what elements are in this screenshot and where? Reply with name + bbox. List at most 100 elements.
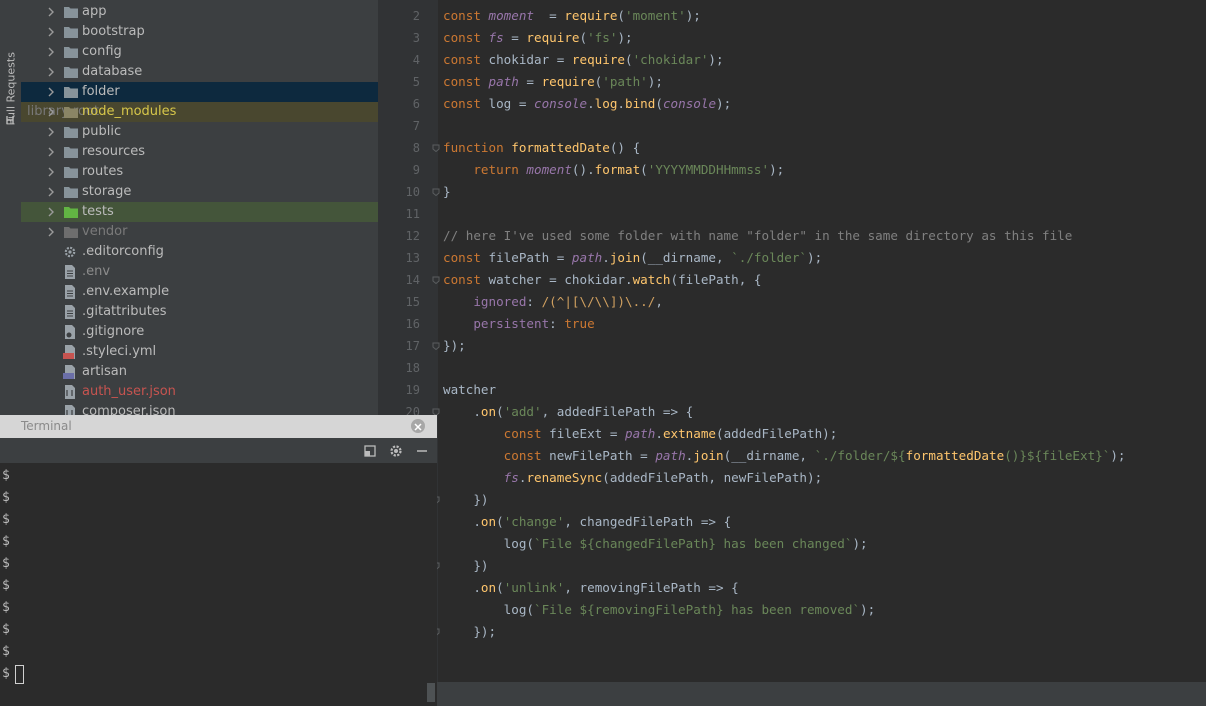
fold-marker-icon[interactable] bbox=[432, 342, 440, 350]
terminal-scrollbar[interactable] bbox=[427, 683, 435, 702]
code-line[interactable]: }) bbox=[443, 489, 488, 511]
fold-marker-icon[interactable] bbox=[432, 188, 440, 196]
code-token: . bbox=[602, 250, 610, 265]
tree-folder-node-modules[interactable]: node_modules library root bbox=[21, 102, 378, 122]
code-token: , removingFilePath => { bbox=[564, 580, 739, 595]
tree-folder-database[interactable]: database bbox=[21, 62, 378, 82]
tree-file-composer-json[interactable]: composer.json bbox=[21, 402, 378, 415]
code-line[interactable]: ignored: /(^|[\/\\])\../, bbox=[443, 291, 663, 313]
chevron-right-icon[interactable] bbox=[46, 2, 56, 22]
code-line[interactable]: // here I've used some folder with name … bbox=[443, 225, 1072, 247]
code-line[interactable]: const newFilePath = path.join(__dirname,… bbox=[443, 445, 1126, 467]
code-line[interactable]: }) bbox=[443, 555, 488, 577]
code-line[interactable]: const filePath = path.join(__dirname, `.… bbox=[443, 247, 822, 269]
chevron-right-icon[interactable] bbox=[46, 202, 56, 222]
folder-icon bbox=[64, 227, 78, 238]
code-line[interactable]: const path = require('path'); bbox=[443, 71, 663, 93]
code-token: ); bbox=[647, 74, 663, 89]
chevron-right-icon[interactable] bbox=[46, 162, 56, 182]
code-line[interactable]: const moment = require('moment'); bbox=[443, 5, 701, 27]
code-token: path bbox=[655, 448, 686, 463]
code-line[interactable]: return moment().format('YYYYMMDDHHmmss')… bbox=[443, 159, 784, 181]
project-tree[interactable]: app bootstrap config database folder node_mod… bbox=[21, 0, 378, 415]
code-token: const bbox=[503, 426, 550, 441]
chevron-right-icon[interactable] bbox=[46, 102, 56, 122]
json-file-icon bbox=[65, 405, 75, 415]
code-token: (addedFilePath, newFilePath); bbox=[602, 470, 823, 485]
code-line[interactable]: .on('unlink', removingFilePath => { bbox=[443, 577, 739, 599]
code-line[interactable]: const chokidar = require('chokidar'); bbox=[443, 49, 724, 71]
minimize-icon[interactable] bbox=[414, 443, 430, 459]
code-token: formattedDate bbox=[905, 448, 1005, 463]
chevron-right-icon[interactable] bbox=[46, 22, 56, 42]
code-line[interactable]: fs.renameSync(addedFilePath, newFilePath… bbox=[443, 467, 822, 489]
tree-folder-bootstrap[interactable]: bootstrap bbox=[21, 22, 378, 42]
code-token: log( bbox=[443, 536, 534, 551]
code-line[interactable]: function formattedDate() { bbox=[443, 137, 640, 159]
code-token: filePath = bbox=[488, 250, 572, 265]
code-token: const bbox=[443, 74, 489, 89]
fold-marker-icon[interactable] bbox=[432, 144, 440, 152]
line-number: 15 bbox=[405, 295, 420, 309]
chevron-right-icon[interactable] bbox=[46, 62, 56, 82]
tree-folder-public[interactable]: public bbox=[21, 122, 378, 142]
pull-requests-tab[interactable]: Pull Requests bbox=[2, 38, 18, 128]
tree-folder-tests[interactable]: tests bbox=[21, 202, 378, 222]
code-token: return bbox=[473, 162, 527, 177]
chevron-right-icon[interactable] bbox=[46, 82, 56, 102]
code-line[interactable]: const watcher = chokidar.watch(filePath,… bbox=[443, 269, 761, 291]
gear-icon[interactable] bbox=[388, 443, 404, 459]
code-token: ()}${fileExt}` bbox=[1004, 448, 1111, 463]
code-line[interactable]: }); bbox=[443, 621, 496, 643]
code-line[interactable]: log(`File ${removingFilePath} has been r… bbox=[443, 599, 876, 621]
tree-folder-vendor[interactable]: vendor bbox=[21, 222, 378, 242]
close-icon[interactable] bbox=[411, 419, 425, 433]
tree-file-auth-user-json[interactable]: auth_user.json bbox=[21, 382, 378, 402]
tree-folder-routes[interactable]: routes bbox=[21, 162, 378, 182]
chevron-right-icon[interactable] bbox=[46, 42, 56, 62]
tree-folder-storage[interactable]: storage bbox=[21, 182, 378, 202]
folder-icon bbox=[64, 207, 78, 218]
code-line[interactable]: const fileExt = path.extname(addedFilePa… bbox=[443, 423, 838, 445]
code-token: const bbox=[443, 30, 489, 45]
fold-marker-icon[interactable] bbox=[432, 276, 440, 284]
chevron-right-icon[interactable] bbox=[46, 122, 56, 142]
restore-layout-icon[interactable] bbox=[362, 443, 378, 459]
code-line[interactable]: }); bbox=[443, 335, 466, 357]
terminal-title: Terminal bbox=[21, 419, 72, 433]
chevron-right-icon[interactable] bbox=[46, 182, 56, 202]
tree-folder-folder[interactable]: folder bbox=[21, 82, 378, 102]
folder-icon bbox=[64, 107, 78, 118]
code-line[interactable]: .on('change', changedFilePath => { bbox=[443, 511, 731, 533]
tree-file-env-example[interactable]: .env.example bbox=[21, 282, 378, 302]
terminal-panel[interactable]: Terminal $ $ $ $ $ $ $ $ $ $ bbox=[0, 415, 437, 706]
tree-folder-config[interactable]: config bbox=[21, 42, 378, 62]
left-tool-strip: Pull Requests bbox=[0, 0, 22, 415]
code-line[interactable]: .on('add', addedFilePath => { bbox=[443, 401, 693, 423]
code-token: (filePath, { bbox=[670, 272, 762, 287]
code-line[interactable]: const fs = require('fs'); bbox=[443, 27, 633, 49]
tree-file-env[interactable]: .env bbox=[21, 262, 378, 282]
code-line[interactable]: persistent: true bbox=[443, 313, 594, 335]
code-line[interactable]: } bbox=[443, 181, 451, 203]
chevron-right-icon[interactable] bbox=[46, 142, 56, 162]
chevron-right-icon[interactable] bbox=[46, 222, 56, 242]
tree-file-gitignore[interactable]: .gitignore bbox=[21, 322, 378, 342]
terminal-prompt: $ bbox=[2, 468, 10, 483]
code-line[interactable]: const log = console.log.bind(console); bbox=[443, 93, 731, 115]
tree-item-label: resources bbox=[82, 144, 146, 159]
code-line[interactable]: log(`File ${changedFilePath} has been ch… bbox=[443, 533, 868, 555]
tree-file-gitattributes[interactable]: .gitattributes bbox=[21, 302, 378, 322]
tree-file-editorconfig[interactable]: .editorconfig bbox=[21, 242, 378, 262]
code-token: extname bbox=[662, 426, 717, 441]
tree-file-styleci-yml[interactable]: .styleci.yml bbox=[21, 342, 378, 362]
terminal-prompt: $ bbox=[2, 622, 10, 637]
code-token: 'add' bbox=[503, 404, 542, 419]
code-line[interactable]: watcher bbox=[443, 379, 496, 401]
tree-folder-app[interactable]: app bbox=[21, 2, 378, 22]
code-token: `File ${removingFilePath} has been remov… bbox=[534, 602, 861, 617]
tree-file-artisan[interactable]: artisan bbox=[21, 362, 378, 382]
tree-folder-resources[interactable]: resources bbox=[21, 142, 378, 162]
